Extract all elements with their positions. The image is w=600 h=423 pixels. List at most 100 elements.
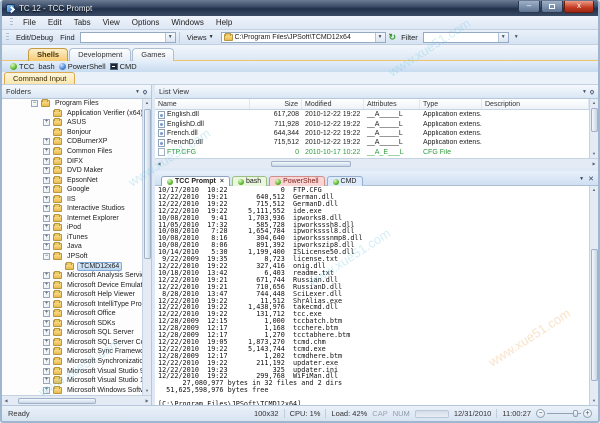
file-row-english-dll[interactable]: English.dll617,2082010-12-22 19:22__A___… [155,110,589,119]
tree-item-microsoft-sql-server[interactable]: +Microsoft SQL Server [2,328,142,338]
tree-item-difx[interactable]: +DIFX [2,156,142,166]
menu-item-view[interactable]: View [97,17,126,28]
menu-item-file[interactable]: File [17,17,42,28]
file-row-ftp-cfg[interactable]: FTP.CFG02010-10-17 10:22__A_E___LCFG Fil… [155,148,589,157]
expand-icon[interactable]: + [43,224,50,231]
shell-button-tcc[interactable]: TCC [10,62,34,71]
chevron-down-icon[interactable]: ▼ [579,176,584,182]
expand-icon[interactable]: + [43,377,50,384]
pin-icon[interactable] [589,89,595,95]
file-row-french-dll[interactable]: French.dll644,3442010-12-22 19:22__A____… [155,129,589,138]
console-vertical-scrollbar[interactable]: ▲ ▼ [589,186,598,405]
maximize-button[interactable] [541,1,563,13]
scroll-left-icon[interactable]: ◀ [155,161,163,166]
command-input-tab[interactable]: Command Input [4,72,75,84]
chevron-down-icon[interactable]: ▼ [498,33,508,42]
expand-icon[interactable]: + [43,310,50,317]
collapse-icon[interactable]: − [43,253,50,260]
expand-icon[interactable]: + [43,301,50,308]
file-row-frenchd-dll[interactable]: FrenchD.dll715,5122010-12-22 19:22__A___… [155,138,589,147]
tree-item-tcmd12x64[interactable]: TCMD12x64 [2,261,142,271]
column-header-name[interactable]: Name [155,99,250,109]
collapse-icon[interactable]: − [31,100,38,107]
expand-icon[interactable]: + [43,234,50,241]
expand-icon[interactable]: + [43,215,50,222]
column-header-attributes[interactable]: Attributes [364,99,420,109]
tree-item-epsonnet[interactable]: +EpsonNet [2,175,142,185]
expand-icon[interactable]: + [43,119,50,126]
expand-icon[interactable]: + [43,387,50,394]
tree-item-microsoft-intellitype-pro[interactable]: +Microsoft IntelliType Pro [2,299,142,309]
tree-vertical-scrollbar[interactable]: ▲ ▼ [142,99,151,395]
menu-item-edit[interactable]: Edit [42,17,68,28]
tree-item-application-verifier-x64[interactable]: Application Verifier (x64) [2,109,142,119]
tree-item-dvd-maker[interactable]: +DVD Maker [2,166,142,176]
tree-horizontal-scrollbar[interactable]: ◀ ▶ [2,395,151,405]
tree-item-bonjour[interactable]: Bonjour [2,128,142,138]
path-combobox[interactable]: C:\Program Files\JPSoft\TCMD12x64 ▼ [221,32,386,43]
scrollbar-thumb[interactable] [271,161,351,167]
menu-item-help[interactable]: Help [210,17,238,28]
console-tab-powershell[interactable]: PowerShell [269,176,324,186]
column-header-size[interactable]: Size [250,99,302,109]
pin-icon[interactable] [142,89,148,95]
chevron-down-icon[interactable]: ▼ [135,89,140,95]
expand-icon[interactable]: + [43,158,50,165]
toolbar-overflow-icon[interactable]: ▼ [512,34,521,40]
tree-item-microsoft-windows-softwa[interactable]: +Microsoft Windows Softwa [2,385,142,395]
file-row-englishd-dll[interactable]: EnglishD.dll711,9282010-12-22 19:22__A__… [155,119,589,128]
filter-input[interactable]: ▼ [423,32,509,43]
tree-item-microsoft-analysis-services[interactable]: +Microsoft Analysis Services [2,271,142,281]
zoom-thumb[interactable] [573,410,578,417]
tree-item-program-files[interactable]: −Program Files [2,99,142,109]
chevron-down-icon[interactable]: ▼ [375,33,385,42]
tree-item-iis[interactable]: +IIS [2,194,142,204]
tree-item-google[interactable]: +Google [2,185,142,195]
views-button[interactable]: Views ▼ [183,32,218,43]
scrollbar-thumb[interactable] [144,109,151,259]
tree-item-cdburnerxp[interactable]: +CDBurnerXP [2,137,142,147]
scroll-up-icon[interactable]: ▲ [592,99,596,107]
tree-item-jpsoft[interactable]: −JPSoft [2,252,142,262]
zoom-slider[interactable]: − + [536,409,592,418]
expand-icon[interactable]: + [43,272,50,279]
go-refresh-icon[interactable]: ↻ [389,33,397,42]
console-tab-bash[interactable]: bash [232,176,267,186]
console-tab-cmd[interactable]: CMD [327,176,363,186]
shell-button-cmd[interactable]: CMD [110,62,137,71]
expand-icon[interactable]: + [43,177,50,184]
close-button[interactable]: x [564,1,594,13]
scroll-up-icon[interactable]: ▲ [592,186,596,194]
expand-icon[interactable]: + [43,368,50,375]
tree-item-microsoft-sdks[interactable]: +Microsoft SDKs [2,319,142,329]
tree-item-internet-explorer[interactable]: +Internet Explorer [2,214,142,224]
expand-icon[interactable]: + [43,148,50,155]
expand-icon[interactable]: + [43,320,50,327]
column-header-description[interactable]: Description [482,99,589,109]
expand-icon[interactable]: + [43,291,50,298]
menu-item-windows[interactable]: Windows [165,17,209,28]
console-tab-tcc-prompt[interactable]: TCC Prompt× [161,176,230,186]
zoom-out-button[interactable]: − [536,409,545,418]
tab-shells[interactable]: Shells [28,48,68,61]
scroll-down-icon[interactable]: ▼ [592,397,596,405]
tree-item-interactive-studios[interactable]: +Interactive Studios [2,204,142,214]
expand-icon[interactable]: + [43,282,50,289]
column-header-type[interactable]: Type [420,99,482,109]
list-horizontal-scrollbar[interactable]: ◀ ▶ [155,158,598,168]
tree-item-microsoft-visual-studio-10[interactable]: +Microsoft Visual Studio 10. [2,376,142,386]
expand-icon[interactable]: + [43,339,50,346]
chevron-down-icon[interactable]: ▼ [582,89,587,95]
tree-item-microsoft-synchronization[interactable]: +Microsoft Synchronization [2,357,142,367]
tree-item-microsoft-sync-framework[interactable]: +Microsoft Sync Framework [2,347,142,357]
column-header-modified[interactable]: Modified [302,99,364,109]
scroll-right-icon[interactable]: ▶ [143,398,151,403]
expand-icon[interactable]: + [43,205,50,212]
expand-icon[interactable]: + [43,358,50,365]
tree-item-itunes[interactable]: +iTunes [2,233,142,243]
tree-item-java[interactable]: +Java [2,242,142,252]
scroll-down-icon[interactable]: ▼ [592,150,596,158]
expand-icon[interactable]: + [43,167,50,174]
scroll-left-icon[interactable]: ◀ [2,398,10,403]
edit-debug-button[interactable]: Edit/Debug [14,33,55,42]
